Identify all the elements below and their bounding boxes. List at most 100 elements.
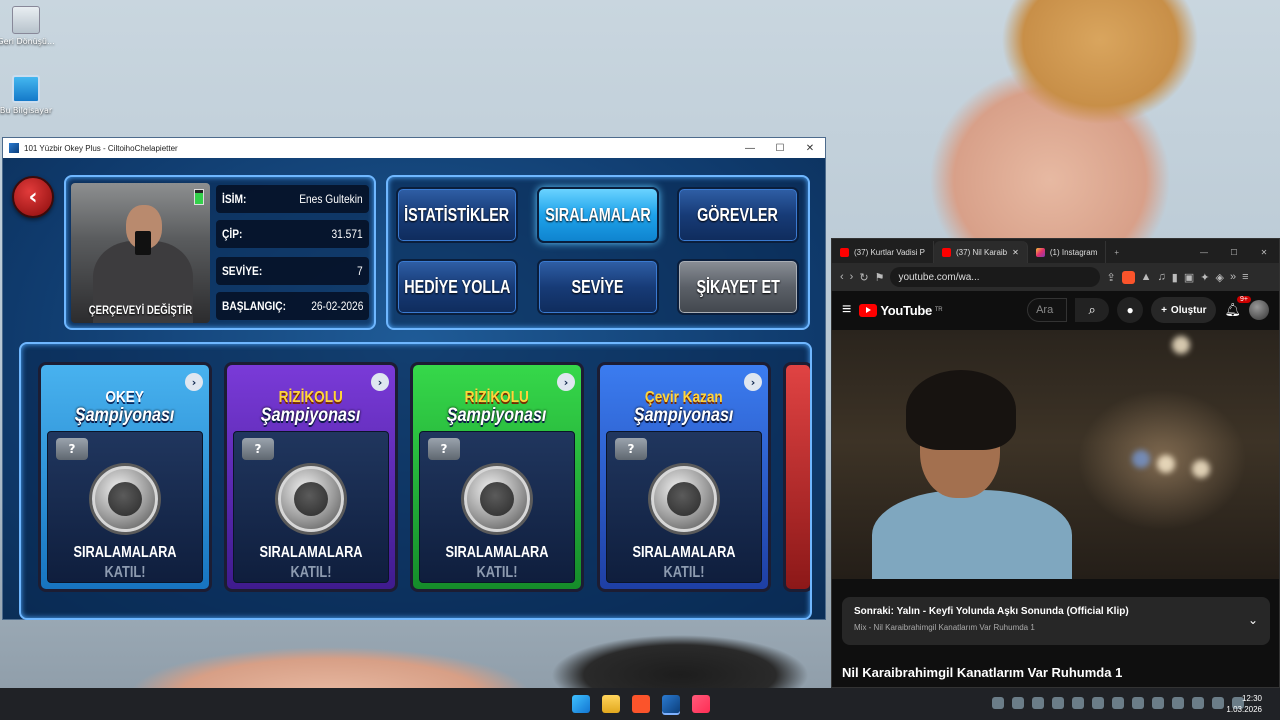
info-badge[interactable]: ? — [56, 438, 88, 460]
notifications-button[interactable]: 🔔︎ 9+ — [1224, 296, 1251, 318]
file-explorer-icon[interactable] — [602, 695, 620, 713]
tournament-card-rizikolu[interactable]: RİZİKOLU Şampiyonası › ? SIRALAMALARA KA… — [224, 362, 398, 592]
sidebar-icon[interactable]: ▮ — [1172, 271, 1178, 284]
video-player[interactable] — [832, 330, 1279, 579]
window-controls: — ☐ ✕ — [1189, 241, 1279, 263]
tray-icon[interactable] — [1092, 697, 1104, 709]
bokeh-light — [1132, 450, 1150, 468]
close-button[interactable]: ✕ — [795, 143, 825, 154]
report-button[interactable]: ŞİKAYET ET — [677, 259, 799, 315]
close-tab-icon[interactable]: ✕ — [1012, 248, 1019, 257]
url-field[interactable]: youtube.com/wa... — [890, 267, 1101, 287]
up-next-card[interactable]: Sonraki: Yalın - Keyfi Yolunda Aşkı Sonu… — [842, 597, 1270, 645]
chevron-down-icon[interactable]: ⌄ — [1248, 613, 1258, 627]
youtube-logo[interactable]: YouTube TR — [859, 303, 943, 318]
menu-icon[interactable]: ≡ — [1242, 271, 1248, 283]
stat-name: İSİM: Enes Gultekin — [216, 185, 369, 213]
tray-icon[interactable] — [1132, 697, 1144, 709]
monitor-glyph — [12, 75, 40, 103]
maximize-button[interactable]: ☐ — [1219, 248, 1249, 257]
change-frame-label[interactable]: ÇERÇEVEYİ DEĞİŞTİR — [85, 303, 196, 317]
tray-icon[interactable] — [1052, 697, 1064, 709]
tournament-card-rizikolu-101[interactable]: RİZİKOLU Şampiyonası › ? SIRALAMALARA KA… — [410, 362, 584, 592]
tab-kurtlar-vadisi[interactable]: (37) Kurtlar Vadisi P — [832, 241, 934, 263]
okey-app-taskbar-icon[interactable] — [662, 695, 680, 713]
tab-nil-karaibrahimgil[interactable]: (37) Nil Karaib ✕ — [934, 241, 1028, 263]
stat-chips: ÇİP: 31.571 — [216, 220, 369, 248]
tray-icon[interactable] — [1112, 697, 1124, 709]
share-icon[interactable]: ⇪ — [1106, 271, 1115, 284]
tab-label: (1) Instagram — [1049, 247, 1098, 257]
search-icon: ⌕ — [1088, 302, 1096, 317]
address-bar: ‹ › ↻ ⚑ youtube.com/wa... ⇪ ▲ ♫ ▮ ▣ ✦ ◈ … — [832, 263, 1279, 291]
recycle-bin-icon[interactable]: Geri Dönüşü... — [0, 6, 56, 46]
reload-icon[interactable]: ↻ — [859, 271, 868, 284]
tournament-card-cevir-kazan[interactable]: Çevir Kazan Şampiyonası › ? SIRALAMALARA… — [597, 362, 771, 592]
create-button[interactable]: + Oluştur — [1151, 297, 1217, 323]
maximize-button[interactable]: ☐ — [765, 143, 795, 154]
volume-icon[interactable] — [1212, 697, 1224, 709]
music-app-icon[interactable] — [692, 695, 710, 713]
voice-search-button[interactable]: ● — [1117, 297, 1144, 323]
clock[interactable]: 12:30 1.03.2026 — [1226, 693, 1262, 715]
tray-icon[interactable] — [992, 697, 1004, 709]
search-input[interactable]: Ara — [1027, 298, 1068, 322]
vpn-icon[interactable]: ◈ — [1215, 271, 1223, 284]
stat-start-date: BAŞLANGIÇ: 26-02-2026 — [216, 292, 369, 320]
send-gift-button[interactable]: HEDİYE YOLLA — [396, 259, 518, 315]
chevron-right-icon[interactable]: › — [185, 373, 203, 391]
avatar[interactable]: ÇERÇEVEYİ DEĞİŞTİR — [71, 183, 210, 323]
person-shirt — [872, 490, 1072, 579]
rankings-button[interactable]: SIRALAMALAR — [537, 187, 659, 243]
level-button[interactable]: SEVİYE — [537, 259, 659, 315]
tasks-button[interactable]: GÖREVLER — [677, 187, 799, 243]
info-badge[interactable]: ? — [428, 438, 460, 460]
tournament-card-partial[interactable] — [783, 362, 810, 592]
silver-medal-icon — [92, 466, 158, 532]
chevron-right-icon[interactable]: › — [371, 373, 389, 391]
tournament-card-okey[interactable]: OKEY Şampiyonası › ? SIRALAMALARA KATIL! — [38, 362, 212, 592]
extensions-icon[interactable]: ✦ — [1200, 271, 1209, 284]
account-avatar[interactable] — [1249, 300, 1269, 320]
media-icon[interactable]: ♫ — [1158, 271, 1166, 283]
profile-panel: ÇERÇEVEYİ DEĞİŞTİR İSİM: Enes Gultekin Ç… — [64, 175, 376, 330]
minimize-button[interactable]: — — [735, 143, 765, 154]
brave-shield-icon[interactable] — [1121, 270, 1135, 284]
wifi-icon[interactable] — [1192, 697, 1204, 709]
rewards-icon[interactable]: ▲ — [1141, 271, 1152, 283]
game-window: 101 Yüzbir Okey Plus - CiltoihoChelapiet… — [2, 137, 826, 620]
chevron-right-icon[interactable]: › — [744, 373, 762, 391]
info-badge[interactable]: ? — [615, 438, 647, 460]
person-hair — [906, 370, 1016, 450]
window-titlebar[interactable]: 101 Yüzbir Okey Plus - CiltoihoChelapiet… — [3, 138, 825, 158]
minimize-button[interactable]: — — [1189, 248, 1219, 257]
stat-value: Enes Gultekin — [299, 192, 363, 206]
search-button[interactable]: ⌕ — [1075, 298, 1110, 322]
info-badge[interactable]: ? — [242, 438, 274, 460]
stat-value: 7 — [357, 264, 363, 278]
card-logo-main: Şampiyonası — [261, 405, 361, 426]
tray-icon[interactable] — [1032, 697, 1044, 709]
tray-icon[interactable] — [1012, 697, 1024, 709]
brave-browser-icon[interactable] — [632, 695, 650, 713]
silver-medal-icon — [651, 466, 717, 532]
tray-icon[interactable] — [1072, 697, 1084, 709]
chevron-right-icon[interactable]: › — [557, 373, 575, 391]
start-icon[interactable] — [572, 695, 590, 713]
statistics-button[interactable]: İSTATİSTİKLER — [396, 187, 518, 243]
back-button[interactable]: ‹ — [12, 176, 54, 218]
close-button[interactable]: ✕ — [1249, 248, 1279, 257]
new-tab-icon[interactable]: + — [1106, 241, 1127, 263]
hamburger-icon[interactable]: ≡ — [842, 301, 851, 319]
tab-instagram[interactable]: (1) Instagram — [1028, 241, 1107, 263]
back-icon[interactable]: ‹ — [840, 271, 844, 283]
menu-panel: İSTATİSTİKLER SIRALAMALAR GÖREVLER HEDİY… — [386, 175, 810, 330]
tray-icon[interactable] — [1152, 697, 1164, 709]
bookmark-icon[interactable]: ⚑ — [875, 271, 885, 284]
more-icon[interactable]: » — [1230, 271, 1236, 283]
this-pc-icon[interactable]: Bu Bilgisayar — [0, 75, 56, 115]
stat-level: SEVİYE: 7 — [216, 257, 369, 285]
wallet-icon[interactable]: ▣ — [1184, 271, 1194, 284]
forward-icon[interactable]: › — [850, 271, 854, 283]
tray-icon[interactable] — [1172, 697, 1184, 709]
